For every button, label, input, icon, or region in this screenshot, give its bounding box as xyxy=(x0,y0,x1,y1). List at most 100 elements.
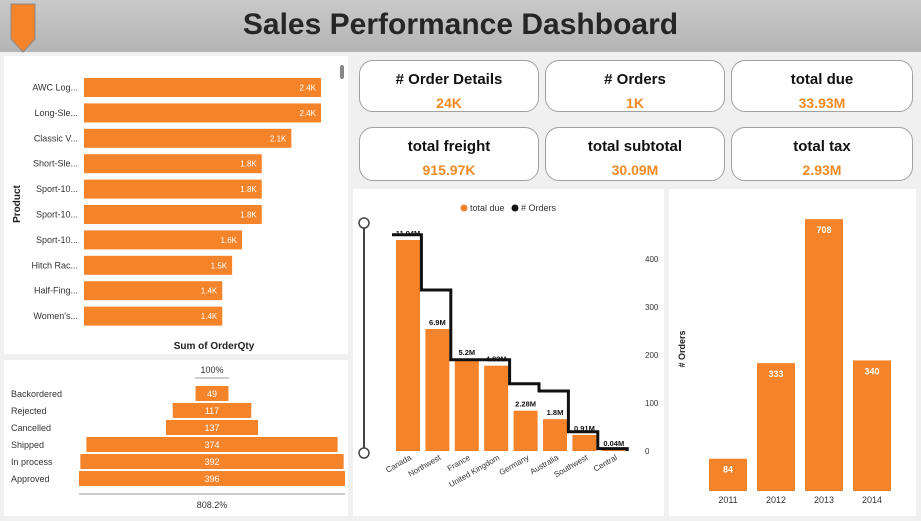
kpi-label: # Order Details xyxy=(395,71,503,88)
territory-bar-label: 5.2M xyxy=(458,348,475,357)
yearly-category-label: 2012 xyxy=(766,495,786,505)
product-bar[interactable] xyxy=(84,230,242,250)
range-slider-handle-top[interactable] xyxy=(358,217,370,229)
product-bar[interactable] xyxy=(84,179,262,199)
product-bar[interactable] xyxy=(84,205,262,224)
territory-bar-label: 2.28M xyxy=(515,400,536,409)
kpi-card-total-tax[interactable]: total tax 2.93M xyxy=(731,127,913,181)
yearly-bar[interactable] xyxy=(805,219,843,492)
legend-marker-total-due xyxy=(460,204,468,212)
product-bar-label: 1.6K xyxy=(221,236,238,245)
kpi-card-total-subtotal[interactable]: total subtotal 30.09M xyxy=(545,127,725,181)
territory-bar[interactable] xyxy=(543,419,567,451)
right-axis-tick: 200 xyxy=(645,351,659,360)
product-bar-label: 1.4K xyxy=(201,312,218,321)
product-bar-label: 2.4K xyxy=(300,84,317,93)
territory-category-label: Central xyxy=(592,453,619,474)
funnel-bar-label: 49 xyxy=(207,389,217,399)
product-bar-chart[interactable]: AWC Log... 2.4K Long-Sle... 2.4K Classic V..… xyxy=(4,56,348,354)
territory-bar[interactable] xyxy=(601,450,626,451)
funnel-bar-label: 117 xyxy=(205,406,219,416)
kpi-card-orders[interactable]: # Orders 1K xyxy=(545,60,725,112)
kpi-card-order-details[interactable]: # Order Details 24K xyxy=(359,60,539,112)
kpi-label: total tax xyxy=(793,138,851,155)
product-category-label: Sport-10... xyxy=(36,210,78,220)
funnel-category-label: Approved xyxy=(11,474,50,484)
product-bar-label: 2.4K xyxy=(300,109,317,118)
product-category-label: Women's... xyxy=(33,311,78,321)
product-category-label: Sport-10... xyxy=(36,235,78,245)
yearly-bar-label: 84 xyxy=(723,465,733,475)
product-category-label: Sport-10... xyxy=(36,184,78,194)
territory-bar-label: 0.04M xyxy=(603,439,624,448)
territory-bar[interactable] xyxy=(513,410,538,451)
yearly-bar-label: 708 xyxy=(816,225,831,235)
kpi-card-total-due[interactable]: total due 33.93M xyxy=(731,60,913,112)
yearly-bar[interactable] xyxy=(709,458,747,491)
product-bar[interactable] xyxy=(84,154,262,174)
kpi-value: 33.93M xyxy=(798,95,846,111)
territory-bar[interactable] xyxy=(572,434,597,451)
yearly-orders-panel: # Orders 84 2011 333 2012 708 2013 340 2014 xyxy=(669,189,916,516)
right-axis-tick: 400 xyxy=(645,255,659,264)
yearly-category-label: 2011 xyxy=(718,495,737,505)
kpi-value: 2.93M xyxy=(802,162,842,178)
legend-label-total-due: total due xyxy=(470,203,505,213)
page-title: Sales Performance Dashboard xyxy=(242,8,679,41)
territory-chart-panel: total due # Orders 11.94M Canada 6.9M Northwe… xyxy=(353,189,664,516)
territory-bar-label: 1.8M xyxy=(547,408,564,417)
territory-category-label: United Kingdom xyxy=(447,453,501,489)
product-category-label: AWC Log... xyxy=(32,83,78,93)
header: Sales Performance Dashboard xyxy=(0,0,921,53)
funnel-top-label: 100% xyxy=(200,365,223,375)
product-category-label: Short-Sle... xyxy=(33,159,78,169)
funnel-bar-label: 374 xyxy=(204,440,219,450)
kpi-label: # Orders xyxy=(604,71,666,88)
scrollbar-thumb[interactable] xyxy=(340,65,344,79)
product-category-label: Long-Sle... xyxy=(34,108,78,118)
product-x-axis-title: Sum of OrderQty xyxy=(174,341,255,352)
yearly-axis-title: # Orders xyxy=(677,330,687,367)
product-bar[interactable] xyxy=(84,78,321,97)
yearly-bar[interactable] xyxy=(853,360,891,491)
product-bar-label: 1.5K xyxy=(211,261,228,270)
funnel-category-label: Backordered xyxy=(11,389,62,399)
range-slider-handle-bottom[interactable] xyxy=(358,447,370,459)
product-bar-label: 1.8K xyxy=(240,160,257,169)
yearly-orders-chart[interactable]: # Orders 84 2011 333 2012 708 2013 340 2014 xyxy=(669,189,916,516)
territory-bar[interactable] xyxy=(425,329,450,451)
product-category-label: Hitch Rac... xyxy=(31,260,78,270)
yearly-category-label: 2013 xyxy=(814,495,834,505)
yearly-category-label: 2014 xyxy=(862,495,882,505)
yearly-bar[interactable] xyxy=(757,363,795,491)
legend-label-orders: # Orders xyxy=(521,203,557,213)
yearly-bar-label: 333 xyxy=(768,369,783,379)
kpi-value: 30.09M xyxy=(611,162,659,178)
territory-bar[interactable] xyxy=(454,359,479,451)
kpi-label: total due xyxy=(790,71,854,88)
product-bar-label: 1.4K xyxy=(201,287,218,296)
territory-bar[interactable] xyxy=(484,365,509,451)
yearly-bar-label: 340 xyxy=(864,366,879,376)
status-funnel-chart[interactable]: 100% Backordered 49 Rejected 117 Cancelled 137… xyxy=(4,360,348,516)
funnel-bar-label: 392 xyxy=(204,457,219,467)
legend-marker-orders xyxy=(511,204,519,212)
product-bar[interactable] xyxy=(84,103,321,123)
funnel-category-label: Shipped xyxy=(11,440,44,450)
product-bar-label: 2.1K xyxy=(270,134,287,143)
funnel-category-label: Cancelled xyxy=(11,423,51,433)
kpi-value: 24K xyxy=(436,95,462,111)
territory-bar[interactable] xyxy=(396,240,420,451)
funnel-bar-label: 137 xyxy=(204,423,219,433)
territory-category-label: Germany xyxy=(498,453,531,477)
kpi-card-total-freight[interactable]: total freight 915.97K xyxy=(359,127,539,181)
kpi-value: 915.97K xyxy=(422,162,476,178)
product-category-label: Half-Fing... xyxy=(34,286,78,296)
territory-category-label: Southwest xyxy=(553,453,591,480)
kpi-label: total freight xyxy=(407,138,491,155)
territory-combo-chart[interactable]: total due # Orders11.94MCanada6.9MNorthwe… xyxy=(353,189,664,516)
kpi-value: 1K xyxy=(626,95,644,111)
territory-category-label: Northwest xyxy=(407,453,443,479)
right-axis-tick: 0 xyxy=(645,447,650,456)
product-bar[interactable] xyxy=(84,128,292,148)
